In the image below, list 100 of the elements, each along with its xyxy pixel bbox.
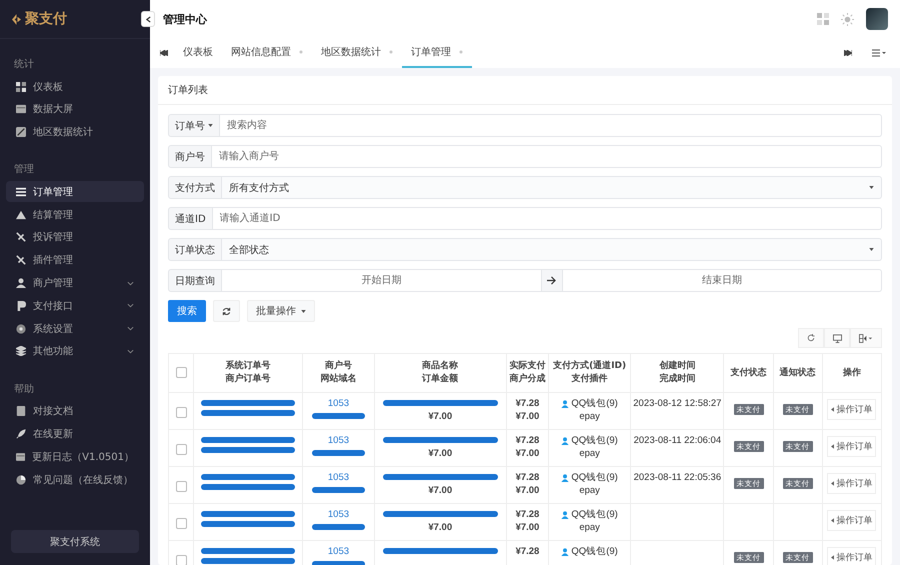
column-header: 支付方式(通道ID) 支付插件 [548,354,631,392]
table-cell-text: ¥7.00 [514,447,540,460]
caret-icon [869,248,874,251]
sidebar-item[interactable]: 系统设置 [6,318,144,340]
sidebar-item[interactable]: 插件管理 [6,250,144,271]
document-icon [16,406,26,416]
action-dropdown-button[interactable]: 操作订单 [827,399,876,420]
checkbox[interactable] [176,407,187,418]
tool-icon [16,232,26,242]
close-icon[interactable] [459,50,463,54]
action-dropdown-button[interactable]: 操作订单 [827,547,876,565]
input-field[interactable]: 请输入商户号 [212,145,882,168]
table-cell-text: ¥7.28 [514,508,540,521]
checkbox[interactable] [176,366,187,378]
section-title: 管理 [13,163,35,178]
checkbox[interactable] [176,555,187,565]
action-dropdown-button[interactable]: 操作订单 [827,436,876,457]
page-title: 管理中心 [163,12,207,26]
date-field[interactable]: 开始日期 [222,269,542,292]
table-cell: QQ钱包(9) [571,471,618,484]
table-cell-text: epay [578,410,601,423]
select-field[interactable]: 全部状态 [222,238,882,261]
sidebar-item[interactable]: 在线更新 [6,424,144,445]
redaction-mark [312,413,365,419]
checkbox[interactable] [176,481,187,492]
screen-icon [16,104,26,114]
field-label: 通道ID [168,207,213,230]
sidebar-item[interactable]: 其他功能 [6,340,144,362]
sidebar-item[interactable]: 常见问题（在线反馈） [6,469,144,490]
grid-icon [16,82,26,92]
field-label: 商户号 [168,145,212,168]
date-field[interactable]: 结束日期 [562,269,882,292]
tab[interactable]: 地区数据统计 [312,38,402,68]
refresh-icon [222,306,231,316]
tab[interactable]: 网站信息配置 [222,38,312,68]
checkbox[interactable] [176,444,187,456]
column-header: 系统订单号 商户订单号 [194,354,303,392]
close-icon[interactable] [299,50,303,54]
monitor-icon [832,334,842,342]
merchant-link[interactable]: 1053 [328,472,350,483]
skip-forward-icon[interactable] [844,50,852,56]
tab[interactable]: 订单管理 [402,38,472,68]
apps-icon[interactable] [817,13,829,25]
table-cell-text: ¥7.00 [427,447,454,460]
caret-icon [869,186,874,189]
action-dropdown-button[interactable]: 操作订单 [827,510,876,531]
sidebar-item[interactable]: 结算管理 [6,204,144,226]
sidebar-item[interactable]: 更新日志（V1.0501） [6,446,144,468]
column-header: 实际支付 商户分成 [506,354,549,392]
avatar-image[interactable] [866,8,888,30]
sidebar-item[interactable]: 商户管理 [6,272,144,294]
table-cell-text: ¥7.28 [514,397,540,410]
section-title: 统计 [13,58,35,72]
batch-dropdown-button[interactable]: 批量操作 [247,300,315,322]
redaction-mark [312,487,365,493]
sidebar-item[interactable]: 订单管理 [6,181,144,202]
footer-button[interactable]: 聚支付系统 [11,530,139,553]
table-cell-text: ¥7.28 [514,471,540,484]
columns-button[interactable] [850,328,882,348]
merchant-link[interactable]: 1053 [328,398,350,409]
table-cell: QQ钱包(9) [571,434,618,447]
sidebar-item[interactable]: 投诉管理 [6,226,144,248]
table-cell: QQ钱包(9) [571,397,618,410]
merchant-link[interactable]: 1053 [328,509,350,520]
sun-icon[interactable] [841,12,854,26]
collapse-button[interactable] [141,11,155,27]
menu-icon[interactable] [872,49,886,57]
sidebar-item[interactable]: 支付接口 [6,295,144,316]
dropdown-button[interactable]: 订单号 [168,114,220,137]
select-field[interactable]: 所有支付方式 [222,176,882,199]
close-icon[interactable] [389,50,393,54]
search-button[interactable]: 搜索 [168,300,206,322]
sidebar-item[interactable]: 地区数据统计 [6,122,144,143]
merchant-link[interactable]: 1053 [328,546,350,557]
table-cell: QQ钱包(9) [571,508,618,521]
merchant-link[interactable]: 1053 [328,435,350,446]
tool-icon [16,255,26,266]
caret-left-icon [831,518,834,523]
input-field[interactable]: 搜索内容 [220,114,882,137]
monitor-button[interactable] [824,328,850,348]
input-field[interactable]: 请输入通道ID [212,207,882,230]
column-header: 操作 [822,354,882,392]
refresh-button[interactable] [213,300,240,322]
logo-text: 聚支付 [25,10,67,28]
sidebar-item[interactable]: 仪表板 [6,76,144,97]
section-title: 帮助 [13,382,35,397]
tab[interactable]: 仪表板 [174,38,222,68]
column-header: 商品名称 订单金额 [374,354,506,392]
checkbox[interactable] [176,518,187,530]
skip-back-icon[interactable] [160,50,168,56]
sidebar-item[interactable]: 对接文档 [6,400,144,422]
caret-left-icon [831,444,834,449]
sidebar-item[interactable]: 数据大屏 [6,98,144,120]
user-icon [561,548,570,556]
user-icon [16,278,26,288]
table-cell-text: ¥7.28 [514,434,540,447]
action-dropdown-button[interactable]: 操作订单 [827,473,876,494]
caret-left-icon [831,555,834,560]
caret-left-icon [831,481,834,486]
table-cell-text: ¥7.00 [427,410,454,423]
